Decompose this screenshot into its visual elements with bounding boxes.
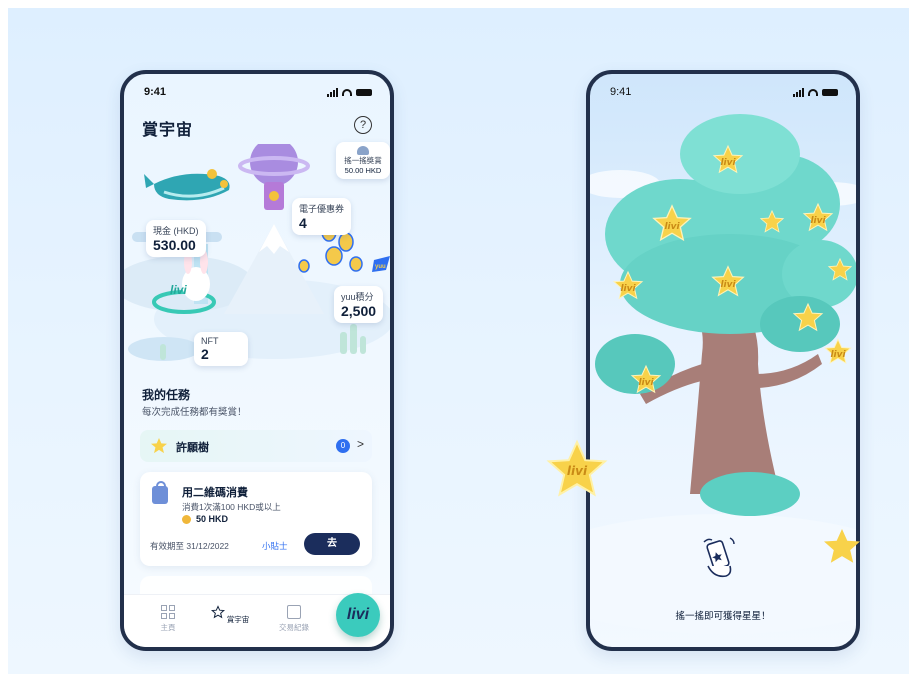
nft-card[interactable]: NFT 2 [194, 332, 248, 366]
shopping-bag-icon [152, 481, 168, 504]
bell-icon [357, 146, 369, 155]
task-name: 用二維碼消費 [182, 487, 248, 499]
battery-icon [356, 89, 372, 96]
bottom-tab-bar: 主頁 賞宇宙 交易紀錄 livi [124, 593, 390, 647]
livi-ring-text: livi [170, 283, 187, 297]
status-time: 9:41 [144, 86, 167, 98]
go-button[interactable]: 去 [304, 533, 360, 555]
wish-tree-badge: 0 [336, 439, 350, 453]
signal-icon [327, 88, 338, 97]
status-bar: 9:41 [144, 86, 372, 100]
shake-instruction: 搖一搖即可獲得星星！ [675, 611, 771, 622]
page-title: 賞宇宙 [142, 122, 194, 139]
star-label: livi [720, 158, 736, 168]
star-icon [151, 438, 167, 454]
star-label: livi [664, 222, 680, 232]
universe-illustration: yuu livi [124, 138, 390, 361]
livi-fab-button[interactable]: livi [336, 593, 380, 637]
tab-home[interactable]: 主頁 [138, 605, 198, 633]
coupon-card[interactable]: 電子優惠券 4 [292, 198, 352, 235]
next-task-card [140, 576, 372, 596]
document-icon [287, 605, 301, 619]
question-icon[interactable]: ? [354, 116, 372, 134]
qr-payment-task-card[interactable]: 用二維碼消費 消費1次滿100 HKD或以上 50 HKD 有效期至 31/12… [140, 472, 372, 566]
wish-tree-row[interactable]: 許願樹 0 > [140, 430, 372, 462]
task-description: 消費1次滿100 HKD或以上 [182, 502, 281, 512]
star-label: livi [830, 350, 846, 360]
tips-link[interactable]: 小貼士 [262, 540, 288, 552]
tasks-subtitle: 每次完成任務都有獎賞！ [142, 407, 247, 418]
small-star-decoration [824, 529, 860, 563]
universe-scene: yuu livi 現金 (HKD) 530.00 電子優惠券 4 搖一搖獎賞 5… [124, 138, 390, 384]
wish-tree-label: 許願樹 [176, 442, 209, 454]
big-star-decoration: livi [546, 439, 608, 497]
chevron-right-icon: > [356, 437, 364, 451]
star-outline-icon [210, 605, 225, 619]
shake-phone-icon [703, 537, 735, 578]
task-reward: 50 HKD [196, 514, 229, 524]
home-grid-icon [161, 605, 175, 619]
showcase-background: 9:41 賞宇宙 ? yuu livi 現金 (HKD) 530.00 電子優惠… [8, 8, 909, 674]
star-label: livi [810, 216, 826, 226]
universe-screen-phone: 9:41 賞宇宙 ? yuu livi 現金 (HKD) 530.00 電子優惠… [120, 70, 394, 651]
task-expiry: 有效期至 31/12/2022 [150, 541, 229, 551]
star-label: livi [620, 284, 636, 294]
coin-icon [182, 515, 191, 524]
shake-reward-card[interactable]: 搖一搖獎賞 50.00 HKD [336, 142, 390, 179]
big-star-label: livi [567, 464, 588, 478]
cash-card[interactable]: 現金 (HKD) 530.00 [146, 220, 206, 257]
yuu-flag-text: yuu [375, 264, 386, 270]
star-label: livi [638, 378, 654, 388]
star-label: livi [720, 280, 736, 290]
yuu-points-card[interactable]: yuu積分 2,500 [334, 286, 384, 323]
tab-universe[interactable]: 賞宇宙 [200, 605, 260, 625]
wish-tree-screen-phone: 9:41 livi livi livi livi livi livi livi … [586, 70, 860, 651]
tab-transactions[interactable]: 交易紀錄 [264, 605, 324, 633]
tasks-title: 我的任務 [142, 388, 191, 402]
wifi-icon [342, 89, 352, 96]
